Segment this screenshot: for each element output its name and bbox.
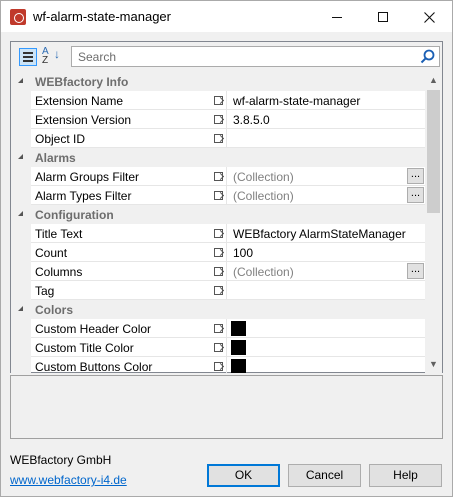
- property-name: Extension Version: [35, 113, 132, 127]
- cancel-button[interactable]: Cancel: [288, 464, 361, 487]
- category-row-colors[interactable]: Colors: [11, 300, 425, 319]
- property-row-title-text[interactable]: Title Text WEBfactory AlarmStateManager: [11, 224, 425, 243]
- property-name: Object ID: [35, 132, 86, 146]
- property-name: Alarm Types Filter: [35, 189, 132, 203]
- category-label: Configuration: [35, 208, 114, 222]
- category-label: WEBfactory Info: [35, 75, 129, 89]
- property-row-extension-name[interactable]: Extension Name wf-alarm-state-manager: [11, 91, 425, 110]
- property-row-object-id[interactable]: Object ID: [11, 129, 425, 148]
- edit-icon: [214, 324, 223, 333]
- search-box: [71, 46, 440, 67]
- minimize-button[interactable]: [314, 1, 360, 32]
- property-value[interactable]: 100: [233, 246, 253, 260]
- property-name: Alarm Groups Filter: [35, 170, 140, 184]
- property-name: Custom Buttons Color: [35, 360, 153, 373]
- help-button[interactable]: Help: [369, 464, 442, 487]
- property-value[interactable]: 3.8.5.0: [233, 113, 270, 127]
- property-value[interactable]: wf-alarm-state-manager: [233, 94, 360, 108]
- ok-button[interactable]: OK: [207, 464, 280, 487]
- edit-icon: [214, 115, 223, 124]
- close-button[interactable]: [406, 1, 452, 32]
- property-value[interactable]: (Collection): [233, 189, 294, 203]
- collapse-icon[interactable]: [18, 306, 23, 311]
- property-row-extension-version[interactable]: Extension Version 3.8.5.0: [11, 110, 425, 129]
- edit-icon: [214, 343, 223, 352]
- search-icon[interactable]: [420, 49, 435, 64]
- edit-icon: [214, 191, 223, 200]
- edit-icon: [214, 172, 223, 181]
- property-row-custom-title-color[interactable]: Custom Title Color: [11, 338, 425, 357]
- category-row-configuration[interactable]: Configuration: [11, 205, 425, 224]
- property-name: Columns: [35, 265, 83, 279]
- close-icon: [423, 11, 435, 23]
- property-row-custom-header-color[interactable]: Custom Header Color: [11, 319, 425, 338]
- vertical-scrollbar[interactable]: ▲ ▼: [425, 72, 442, 373]
- edit-icon: [214, 134, 223, 143]
- property-grid: AZ↓ WEBfactory Info Extension Name: [10, 41, 443, 373]
- description-panel: [10, 375, 443, 439]
- property-row-alarm-types-filter[interactable]: Alarm Types Filter (Collection) ...: [11, 186, 425, 205]
- property-value[interactable]: WEBfactory AlarmStateManager: [233, 227, 406, 241]
- property-grid-toolbar: A Z ↓: [11, 42, 442, 72]
- property-row-tag[interactable]: Tag: [11, 281, 425, 300]
- alphabetical-sort-icon[interactable]: A Z ↓: [42, 47, 62, 67]
- property-row-columns[interactable]: Columns (Collection) ...: [11, 262, 425, 281]
- app-icon: [10, 9, 26, 25]
- edit-icon: [214, 286, 223, 295]
- property-row-custom-buttons-color[interactable]: Custom Buttons Color: [11, 357, 425, 373]
- search-input[interactable]: [72, 47, 402, 66]
- collapse-icon[interactable]: [18, 78, 23, 83]
- color-swatch[interactable]: [231, 321, 246, 336]
- maximize-button[interactable]: [360, 1, 406, 32]
- property-name: Title Text: [35, 227, 83, 241]
- category-label: Colors: [35, 303, 74, 317]
- property-name: Count: [35, 246, 68, 260]
- edit-icon: [214, 267, 223, 276]
- dialog-window: wf-alarm-state-manager A Z ↓ Search WEBf…: [0, 0, 453, 497]
- property-name: Custom Title Color: [35, 341, 134, 355]
- property-row-count[interactable]: Count 100: [11, 243, 425, 262]
- category-row-webfactory-info[interactable]: WEBfactory Info: [11, 72, 425, 91]
- minimize-icon: [332, 16, 342, 18]
- collection-editor-button[interactable]: ...: [407, 168, 424, 184]
- property-name: Tag: [35, 284, 55, 298]
- color-swatch[interactable]: [231, 359, 246, 373]
- window-title: wf-alarm-state-manager: [33, 9, 171, 24]
- category-label: Alarms: [35, 151, 76, 165]
- property-row-alarm-groups-filter[interactable]: Alarm Groups Filter (Collection) ...: [11, 167, 425, 186]
- collapse-icon[interactable]: [18, 154, 23, 159]
- property-rows: WEBfactory Info Extension Name wf-alarm-…: [11, 72, 425, 373]
- title-bar: wf-alarm-state-manager: [1, 1, 452, 32]
- edit-icon: [214, 96, 223, 105]
- company-name: WEBfactory GmbH: [10, 453, 112, 467]
- categorized-view-icon[interactable]: [19, 48, 37, 66]
- edit-icon: [214, 229, 223, 238]
- property-name: Extension Name: [35, 94, 124, 108]
- property-value[interactable]: (Collection): [233, 170, 294, 184]
- category-row-alarms[interactable]: Alarms: [11, 148, 425, 167]
- scrollbar-thumb[interactable]: [427, 90, 440, 213]
- property-name: Custom Header Color: [35, 322, 152, 336]
- edit-icon: [214, 248, 223, 257]
- scroll-down-icon[interactable]: ▼: [425, 356, 442, 373]
- maximize-icon: [378, 12, 388, 23]
- edit-icon: [214, 362, 223, 371]
- collection-editor-button[interactable]: ...: [407, 187, 424, 203]
- website-link[interactable]: www.webfactory-i4.de: [10, 473, 127, 487]
- collection-editor-button[interactable]: ...: [407, 263, 424, 279]
- property-value[interactable]: (Collection): [233, 265, 294, 279]
- color-swatch[interactable]: [231, 340, 246, 355]
- scroll-up-icon[interactable]: ▲: [425, 72, 442, 89]
- collapse-icon[interactable]: [18, 211, 23, 216]
